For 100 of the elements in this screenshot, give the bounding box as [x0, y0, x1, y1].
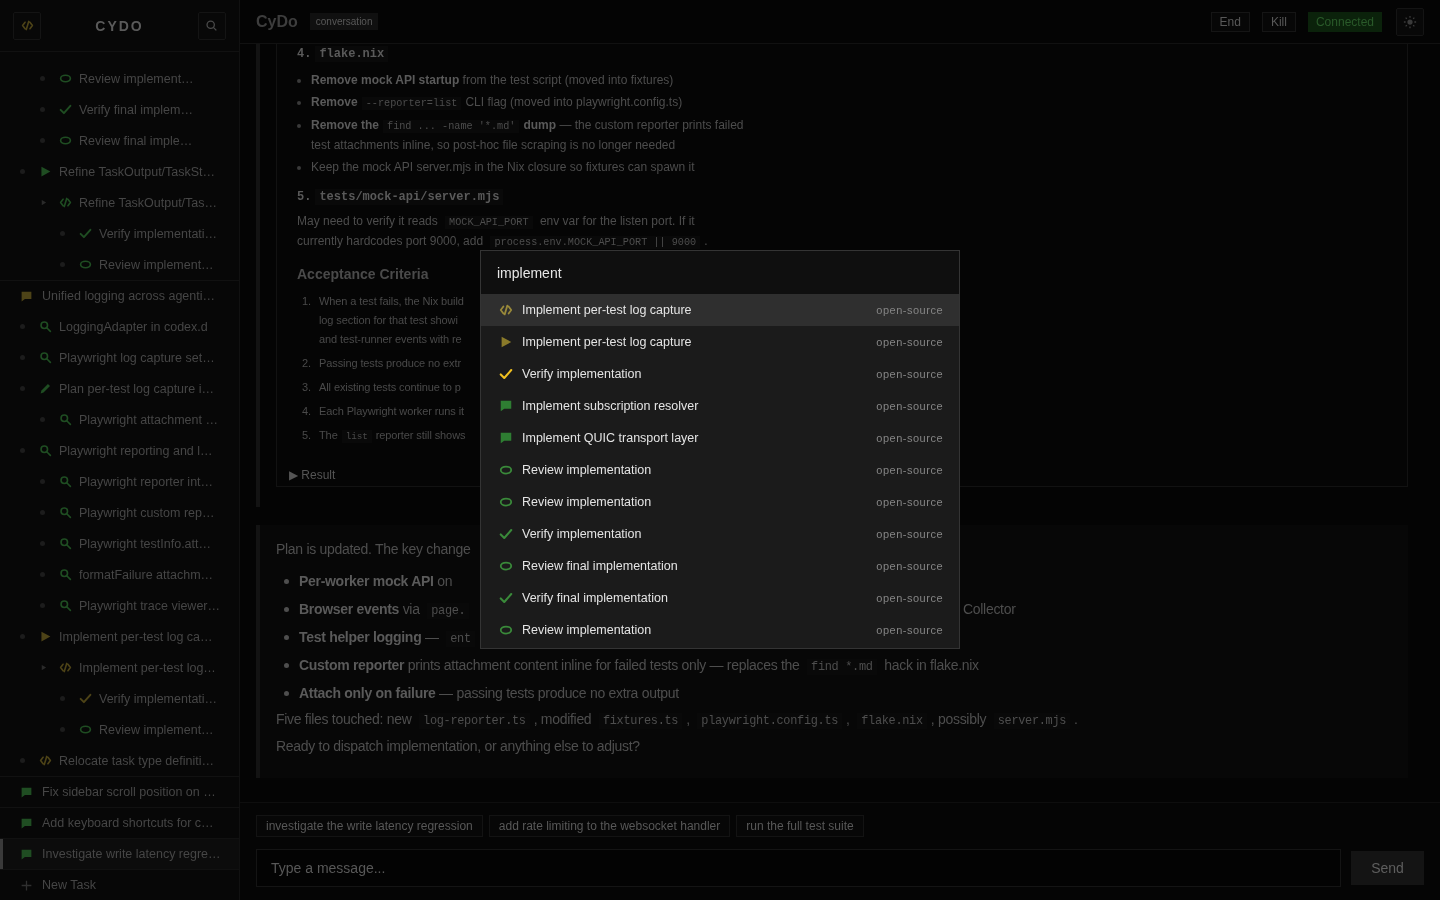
bullet-text: Per-worker mock API on: [299, 573, 453, 589]
paragraph: Ready to dispatch implementation, or anything else to adjust?: [276, 738, 641, 754]
bullet-text: Attach only on failure — passing tests produce no extra output: [299, 685, 679, 701]
task-title: Investigate write latency regre…: [42, 847, 221, 861]
task-title: Playwright attachment …: [79, 412, 218, 427]
criterion-text: All existing tests continue to p: [319, 380, 461, 395]
task-title: Implement per-test log ca…: [59, 629, 213, 644]
task-title: Unified logging across agenti…: [42, 289, 216, 303]
task-title: formatFailure attachm…: [79, 567, 214, 582]
caret-icon[interactable]: [40, 664, 47, 671]
suggestion-chip[interactable]: investigate the write latency regression: [256, 815, 483, 837]
session-button[interactable]: Kill: [1261, 11, 1296, 32]
task-title: Playwright reporting and l…: [59, 443, 213, 458]
criterion-text: Passing tests produce no extr: [319, 356, 461, 371]
criterion-text: The list reporter still shows: [319, 428, 466, 445]
task-item[interactable]: Review implement…: [0, 249, 239, 280]
bullet-text: Keep the mock API server.mjs in the Nix closure so fixtures can spawn it: [311, 159, 695, 176]
section-heading: 5. tests/mock-api/server.mjs: [297, 187, 1387, 208]
palette-search-field[interactable]: implement: [481, 251, 959, 294]
task-title: Relocate task type definiti…: [59, 753, 214, 768]
task-title: Verify final implem…: [79, 102, 193, 117]
task-item[interactable]: Review implement…: [0, 63, 239, 94]
paragraph: May need to verify it reads MOCK_API_PORT env var for the listen port. If it currently hardcodes port 9000, add process.env.MOCK_API_PORT || 9000 .: [297, 213, 709, 251]
task-item[interactable]: Unified logging across agenti…: [0, 280, 239, 311]
new-task-button[interactable]: New Task: [0, 869, 239, 900]
task-item[interactable]: Playwright reporter int…: [0, 466, 239, 497]
code-icon: [20, 19, 34, 32]
plus-icon: [20, 878, 33, 892]
task-item[interactable]: Refine TaskOutput/Tas…: [0, 187, 239, 218]
task-item[interactable]: Relocate task type definiti…: [0, 745, 239, 776]
task-title: Playwright custom rep…: [79, 505, 215, 520]
task-item[interactable]: Playwright attachment …: [0, 404, 239, 435]
task-item[interactable]: Refine TaskOutput/TaskSt…: [0, 156, 239, 187]
task-item[interactable]: Fix sidebar scroll position on …: [0, 776, 239, 807]
bullet-text: Custom reporter prints attachment content inline for failed tests only — replaces the find *.md hack in flake.nix: [299, 656, 979, 674]
palette-item[interactable]: Review implementation open-source: [481, 454, 959, 486]
list-number: 1.: [302, 294, 312, 309]
task-title: Review implement…: [99, 722, 214, 737]
caret-icon[interactable]: [40, 199, 47, 206]
palette-item[interactable]: Review implementation open-source: [481, 614, 959, 646]
session-button[interactable]: End: [1210, 11, 1250, 32]
palette-item[interactable]: Verify final implementation open-source: [481, 582, 959, 614]
task-title: Review implement…: [99, 257, 214, 272]
bullet-text: Test helper logging — ent: [299, 628, 479, 646]
task-title: Verify implementati…: [99, 691, 218, 706]
task-item[interactable]: Playwright testInfo.att…: [0, 528, 239, 559]
section-heading: 4. flake.nix: [297, 44, 1387, 65]
criteria-heading: Acceptance Criteria: [297, 266, 429, 282]
task-item[interactable]: Implement per-test log…: [0, 652, 239, 683]
search-icon: [205, 19, 219, 32]
search-button[interactable]: [198, 11, 226, 40]
logo-button[interactable]: [13, 11, 41, 40]
task-item[interactable]: Review final imple…: [0, 125, 239, 156]
criterion-text: Each Playwright worker runs it: [319, 404, 464, 419]
paragraph: Five files touched: new log-reporter.ts , modified fixtures.ts , playwright.config.ts , flake.nix , possibly server.mjs .: [276, 711, 1079, 728]
list-number: 3.: [302, 380, 312, 395]
task-item[interactable]: Playwright custom rep…: [0, 497, 239, 528]
palette-item[interactable]: Implement QUIC transport layer open-source: [481, 422, 959, 454]
message-input[interactable]: Type a message...: [256, 849, 1341, 887]
list-number: 4.: [302, 404, 312, 419]
task-item[interactable]: Implement per-test log ca…: [0, 621, 239, 652]
paragraph: Plan is updated. The key change: [276, 541, 472, 557]
palette-item[interactable]: Implement subscription resolver open-source: [481, 390, 959, 422]
task-item[interactable]: Investigate write latency regre…: [0, 838, 239, 869]
connection-status: Connected: [1307, 11, 1382, 32]
suggestion-chip[interactable]: add rate limiting to the websocket handler: [488, 815, 731, 837]
task-title: Verify implementati…: [99, 226, 218, 241]
bullet-text: Remove the find ... -name '*.md' dump — the custom reporter prints failed test attachments inline, so post-hoc file scraping is no longer needed: [311, 117, 745, 154]
palette-item[interactable]: Verify implementation open-source: [481, 358, 959, 390]
bullet-text: Collector: [963, 601, 1016, 617]
conversation-tag: conversation: [309, 13, 379, 30]
bullet-text: Remove --reporter=list CLI flag (moved into playwright.config.ts): [311, 94, 683, 112]
task-title: Fix sidebar scroll position on …: [42, 785, 216, 799]
task-item[interactable]: Verify final implem…: [0, 94, 239, 125]
task-item[interactable]: Playwright log capture set…: [0, 342, 239, 373]
bullet-text: Remove mock API startup from the test script (moved into fixtures): [311, 72, 674, 89]
theme-button[interactable]: [1396, 7, 1424, 36]
palette-item[interactable]: Implement per-test log capture open-source: [481, 294, 959, 326]
result-toggle[interactable]: ▶ Result: [289, 468, 336, 484]
task-item[interactable]: Playwright reporting and l…: [0, 435, 239, 466]
task-title: Implement per-test log…: [79, 660, 216, 675]
task-title: Playwright log capture set…: [59, 350, 215, 365]
task-title: Review implement…: [79, 71, 194, 86]
suggestion-chip[interactable]: run the full test suite: [736, 815, 864, 837]
conversation-title: CyDo: [256, 12, 298, 31]
task-title: Refine TaskOutput/TaskSt…: [59, 164, 216, 179]
send-button[interactable]: Send: [1351, 851, 1424, 885]
palette-item[interactable]: Review final implementation open-source: [481, 550, 959, 582]
palette-item[interactable]: Implement per-test log capture open-source: [481, 326, 959, 358]
task-item[interactable]: Review implement…: [0, 714, 239, 745]
task-item[interactable]: Verify implementati…: [0, 683, 239, 714]
palette-item[interactable]: Verify implementation open-source: [481, 518, 959, 550]
task-item[interactable]: Verify implementati…: [0, 218, 239, 249]
task-item[interactable]: formatFailure attachm…: [0, 559, 239, 590]
task-title: Add keyboard shortcuts for c…: [42, 816, 214, 830]
task-item[interactable]: Playwright trace viewer…: [0, 590, 239, 621]
task-title: Playwright trace viewer…: [79, 598, 220, 613]
task-title: Playwright testInfo.att…: [79, 536, 211, 551]
criterion-text: When a test fails, the Nix build log section for that test showi and test-runner events with re: [319, 294, 464, 347]
palette-item[interactable]: Review implementation open-source: [481, 486, 959, 518]
